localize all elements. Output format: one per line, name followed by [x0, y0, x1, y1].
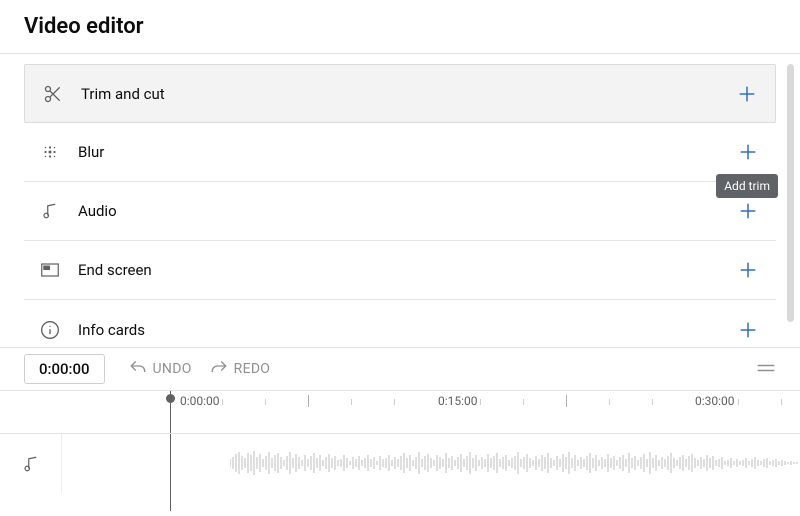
- tool-label: Trim and cut: [81, 85, 733, 103]
- ruler-mark: 0:00:00: [180, 394, 220, 408]
- add-audio-button[interactable]: [734, 197, 762, 225]
- ruler-mark: 0:15:00: [438, 394, 478, 408]
- music-note-icon: [0, 434, 62, 493]
- add-blur-button[interactable]: [734, 138, 762, 166]
- scissors-icon: [41, 82, 65, 106]
- timeline-menu-icon[interactable]: [756, 360, 776, 379]
- tool-row-info-cards[interactable]: Info cards: [24, 300, 776, 359]
- add-info-cards-button[interactable]: [734, 316, 762, 344]
- tools-panel: Trim and cut Blur: [0, 53, 800, 347]
- ruler-mark: 0:30:00: [695, 394, 735, 408]
- tool-label: Audio: [78, 202, 734, 220]
- audio-waveform: [230, 446, 800, 480]
- audio-track[interactable]: [0, 433, 800, 493]
- tool-label: Blur: [78, 143, 734, 161]
- info-icon: [38, 318, 62, 342]
- tool-row-blur[interactable]: Blur: [24, 123, 776, 182]
- music-note-icon: [38, 199, 62, 223]
- page-title: Video editor: [0, 0, 800, 53]
- undo-button[interactable]: UNDO: [129, 360, 192, 378]
- tool-row-trim-and-cut[interactable]: Trim and cut: [24, 64, 776, 123]
- redo-button[interactable]: REDO: [210, 360, 271, 378]
- tool-label: Info cards: [78, 321, 734, 339]
- blur-icon: [38, 140, 62, 164]
- tool-label: End screen: [78, 261, 734, 279]
- redo-label: REDO: [234, 361, 271, 377]
- add-trim-tooltip: Add trim: [716, 174, 778, 198]
- tool-row-end-screen[interactable]: End screen: [24, 241, 776, 300]
- add-end-screen-button[interactable]: [734, 256, 762, 284]
- tool-row-audio[interactable]: Audio: [24, 182, 776, 241]
- scrollbar-thumb[interactable]: [787, 64, 794, 322]
- add-trim-button[interactable]: [733, 80, 761, 108]
- timeline[interactable]: 0:00:00 0:15:00 0:30:00: [0, 391, 800, 511]
- end-screen-icon: [38, 258, 62, 282]
- undo-label: UNDO: [153, 361, 192, 377]
- timeline-ruler[interactable]: 0:00:00 0:15:00 0:30:00: [0, 391, 800, 433]
